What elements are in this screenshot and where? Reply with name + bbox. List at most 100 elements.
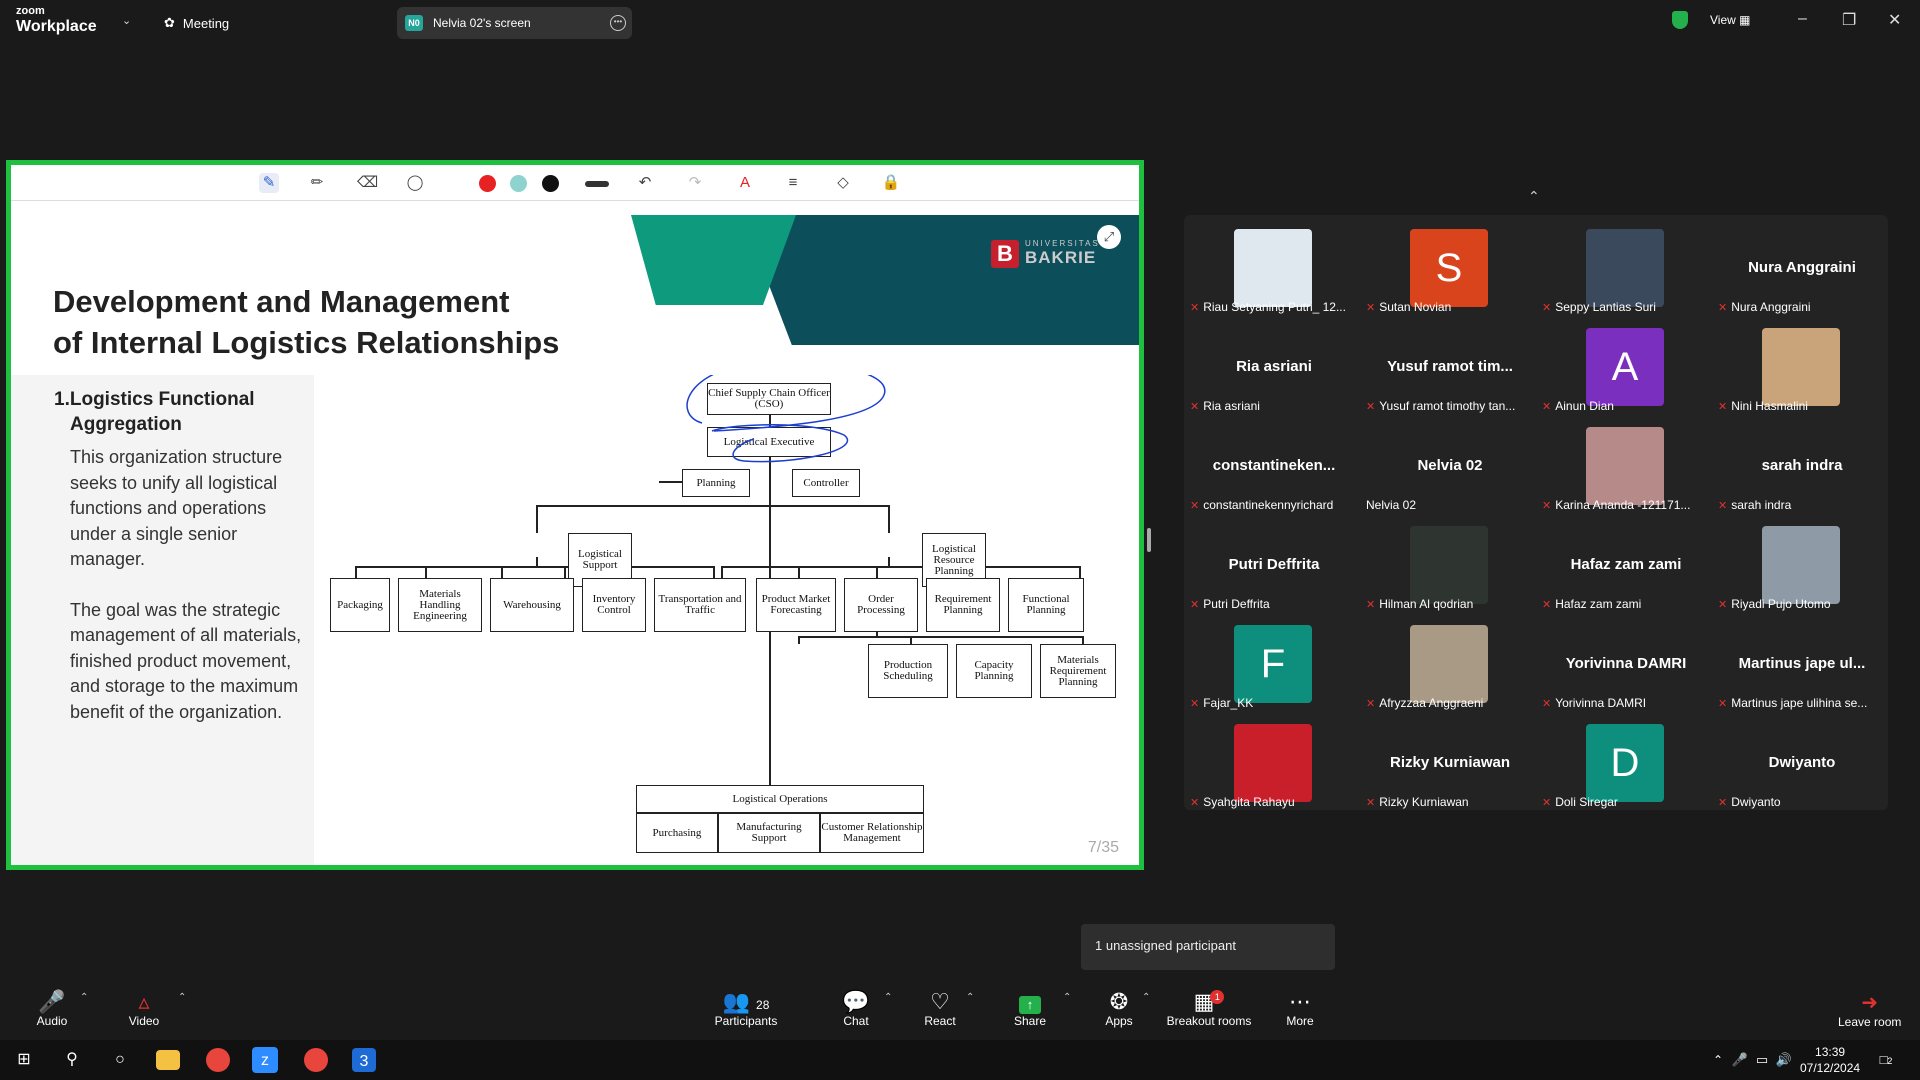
mic-muted-icon: ✕ — [1190, 796, 1200, 809]
eraser-icon[interactable]: ⌫ — [357, 173, 378, 193]
mic-muted-icon: ✕ — [1190, 499, 1200, 512]
meeting-menu[interactable]: ✿ Meeting — [164, 15, 229, 31]
lasso-icon[interactable]: ◯ — [405, 173, 425, 193]
participant-display-name: Putri Deffrita — [1228, 556, 1320, 573]
line-width-icon[interactable] — [585, 181, 609, 187]
grid-icon: ▦ — [1739, 13, 1751, 27]
minimize-icon[interactable]: – — [1798, 10, 1807, 28]
university-logo: B UNIVERSITAS BAKRIE — [991, 239, 1100, 268]
audio-button[interactable]: 🎤 Audio — [34, 990, 70, 1029]
shapes-icon[interactable]: ◇ — [833, 173, 853, 193]
participant-tile[interactable]: ✕ Nini Hasmalini — [1714, 318, 1890, 416]
participant-photo — [1234, 229, 1312, 307]
color-red-swatch[interactable] — [479, 175, 496, 192]
mic-muted-icon: ✕ — [1718, 598, 1728, 611]
text-icon[interactable]: A — [735, 173, 755, 193]
chevron-down-icon[interactable]: ⌄ — [122, 14, 131, 27]
share-button[interactable]: ↑ Share — [1014, 990, 1046, 1028]
participant-tile[interactable]: ✕ Afryzzaa Anggraeni — [1362, 615, 1538, 713]
apps-caret-icon[interactable]: ⌃ — [1142, 992, 1150, 1003]
participant-tile[interactable]: Nelvia 02 Nelvia 02 — [1362, 417, 1538, 515]
participant-name-label: ✕ Ainun Dian — [1542, 399, 1712, 413]
clock[interactable]: 13:39 07/12/2024 — [1800, 1044, 1860, 1076]
participant-display-name: Rizky Kurniawan — [1389, 754, 1511, 771]
participant-name: Sutan Novian — [1379, 300, 1452, 314]
share-caret-icon[interactable]: ⌃ — [1063, 992, 1071, 1003]
volume-icon[interactable]: 🔊 — [1770, 1046, 1798, 1074]
chat-caret-icon[interactable]: ⌃ — [884, 992, 892, 1003]
logo-small-text: UNIVERSITAS — [1025, 239, 1100, 248]
chrome-profile-icon[interactable] — [304, 1048, 328, 1072]
undo-icon[interactable]: ↶ — [635, 173, 655, 193]
chrome-icon[interactable] — [206, 1048, 230, 1072]
resize-handle[interactable] — [1147, 528, 1151, 552]
file-explorer-icon[interactable] — [156, 1050, 180, 1070]
mic-muted-icon: ✕ — [1542, 499, 1552, 512]
lock-icon[interactable]: 🔒 — [881, 173, 901, 193]
participant-photo — [1586, 427, 1664, 505]
participants-button[interactable]: 👥 28 Participants — [714, 990, 778, 1029]
participant-tile[interactable]: constantineken... ✕ constantinekennyrichar… — [1186, 417, 1362, 515]
minimize-share-icon[interactable]: ⤢ — [1097, 225, 1121, 249]
participant-tile[interactable]: ✕ Syahgita Rahayu — [1186, 714, 1362, 812]
chat-button[interactable]: 💬 Chat — [840, 990, 872, 1029]
view-button[interactable]: View ▦ — [1710, 13, 1750, 27]
participant-tile[interactable]: Putri Deffrita ✕ Putri Deffrita — [1186, 516, 1362, 614]
leave-room-button[interactable]: ➜ Leave room — [1838, 990, 1901, 1029]
participant-tile[interactable]: sarah indra ✕ sarah indra — [1714, 417, 1890, 515]
restore-icon[interactable]: ❐ — [1842, 10, 1856, 30]
mic-muted-icon: ✕ — [1366, 598, 1376, 611]
text-format-icon[interactable]: ≡ — [783, 173, 803, 193]
audio-caret-icon[interactable]: ⌃ — [80, 992, 88, 1003]
windows-start-icon[interactable]: ⊞ — [10, 1046, 38, 1074]
pen-annotation — [686, 375, 886, 463]
participant-tile[interactable]: Hafaz zam zami ✕ Hafaz zam zami — [1538, 516, 1714, 614]
react-caret-icon[interactable]: ⌃ — [966, 992, 974, 1003]
app-logo: Workplace — [16, 18, 97, 35]
video-button[interactable]: ▵ Video — [126, 990, 162, 1029]
participant-tile[interactable]: A ✕ Ainun Dian — [1538, 318, 1714, 416]
apps-button[interactable]: ❂ Apps — [1104, 990, 1134, 1029]
participant-tile[interactable]: D ✕ Doli Siregar — [1538, 714, 1714, 812]
shared-screen: ✎ ✏ ⌫ ◯ ↶ ↷ A ≡ ◇ 🔒 B UNIVERSITAS BAKRIE… — [6, 160, 1144, 870]
redo-icon[interactable]: ↷ — [685, 173, 705, 193]
breakout-rooms-button[interactable]: ▦1 Breakout rooms — [1166, 990, 1252, 1029]
participant-tile[interactable]: S ✕ Sutan Novian — [1362, 219, 1538, 317]
chevron-up-icon[interactable]: ⌃ — [1528, 188, 1540, 205]
color-cyan-swatch[interactable] — [510, 175, 527, 192]
pen-icon[interactable]: ✎ — [259, 173, 279, 193]
participant-tile[interactable]: ✕ Riau Setyaning Putri_ 12... — [1186, 219, 1362, 317]
app-3-icon[interactable]: 3 — [352, 1048, 376, 1072]
slide-title-line1: Development and Management — [53, 284, 510, 319]
mic-muted-icon: ✕ — [1718, 301, 1728, 314]
highlighter-icon[interactable]: ✏ — [307, 173, 327, 193]
participant-tile[interactable]: Nura Anggraini ✕ Nura Anggraini — [1714, 219, 1890, 317]
task-view-icon[interactable]: ○ — [106, 1046, 134, 1074]
color-black-swatch[interactable] — [542, 175, 559, 192]
breakout-icon: ▦1 — [1166, 990, 1252, 1014]
participant-tile[interactable]: Yusuf ramot tim... ✕ Yusuf ramot timothy t… — [1362, 318, 1538, 416]
react-button[interactable]: ♡ React — [922, 990, 958, 1029]
participant-tile[interactable]: ✕ Riyadi Pujo Utomo — [1714, 516, 1890, 614]
participant-photo — [1762, 526, 1840, 604]
participant-avatar: S — [1410, 229, 1488, 307]
more-button[interactable]: ⋯ More — [1284, 990, 1316, 1029]
participant-tile[interactable]: Rizky Kurniawan ✕ Rizky Kurniawan — [1362, 714, 1538, 812]
participant-tile[interactable]: Yorivinna DAMRI ✕ Yorivinna DAMRI — [1538, 615, 1714, 713]
more-options-icon[interactable]: ••• — [610, 15, 626, 31]
video-caret-icon[interactable]: ⌃ — [178, 992, 186, 1003]
participant-tile[interactable]: Ria asriani ✕ Ria asriani — [1186, 318, 1362, 416]
shared-screen-pill[interactable]: N0 Nelvia 02's screen ••• — [397, 7, 632, 39]
slide: B UNIVERSITAS BAKRIE ⤢ Development and M… — [11, 215, 1139, 865]
participant-tile[interactable]: F ✕ Fajar_KK — [1186, 615, 1362, 713]
notification-icon[interactable]: □2 — [1872, 1046, 1900, 1074]
security-shield-icon[interactable] — [1672, 11, 1688, 29]
close-icon[interactable]: ✕ — [1888, 10, 1901, 30]
participant-tile[interactable]: Martinus jape ul... ✕ Martinus jape ulihin… — [1714, 615, 1890, 713]
participant-tile[interactable]: ✕ Karina Ananda -121171... — [1538, 417, 1714, 515]
participant-tile[interactable]: ✕ Seppy Lantias Suri — [1538, 219, 1714, 317]
search-icon[interactable]: ⚲ — [58, 1046, 86, 1074]
participant-tile[interactable]: Dwiyanto ✕ Dwiyanto — [1714, 714, 1890, 812]
participant-tile[interactable]: ✕ Hilman Al qodrian — [1362, 516, 1538, 614]
zoom-taskbar-icon[interactable]: z — [252, 1047, 278, 1073]
